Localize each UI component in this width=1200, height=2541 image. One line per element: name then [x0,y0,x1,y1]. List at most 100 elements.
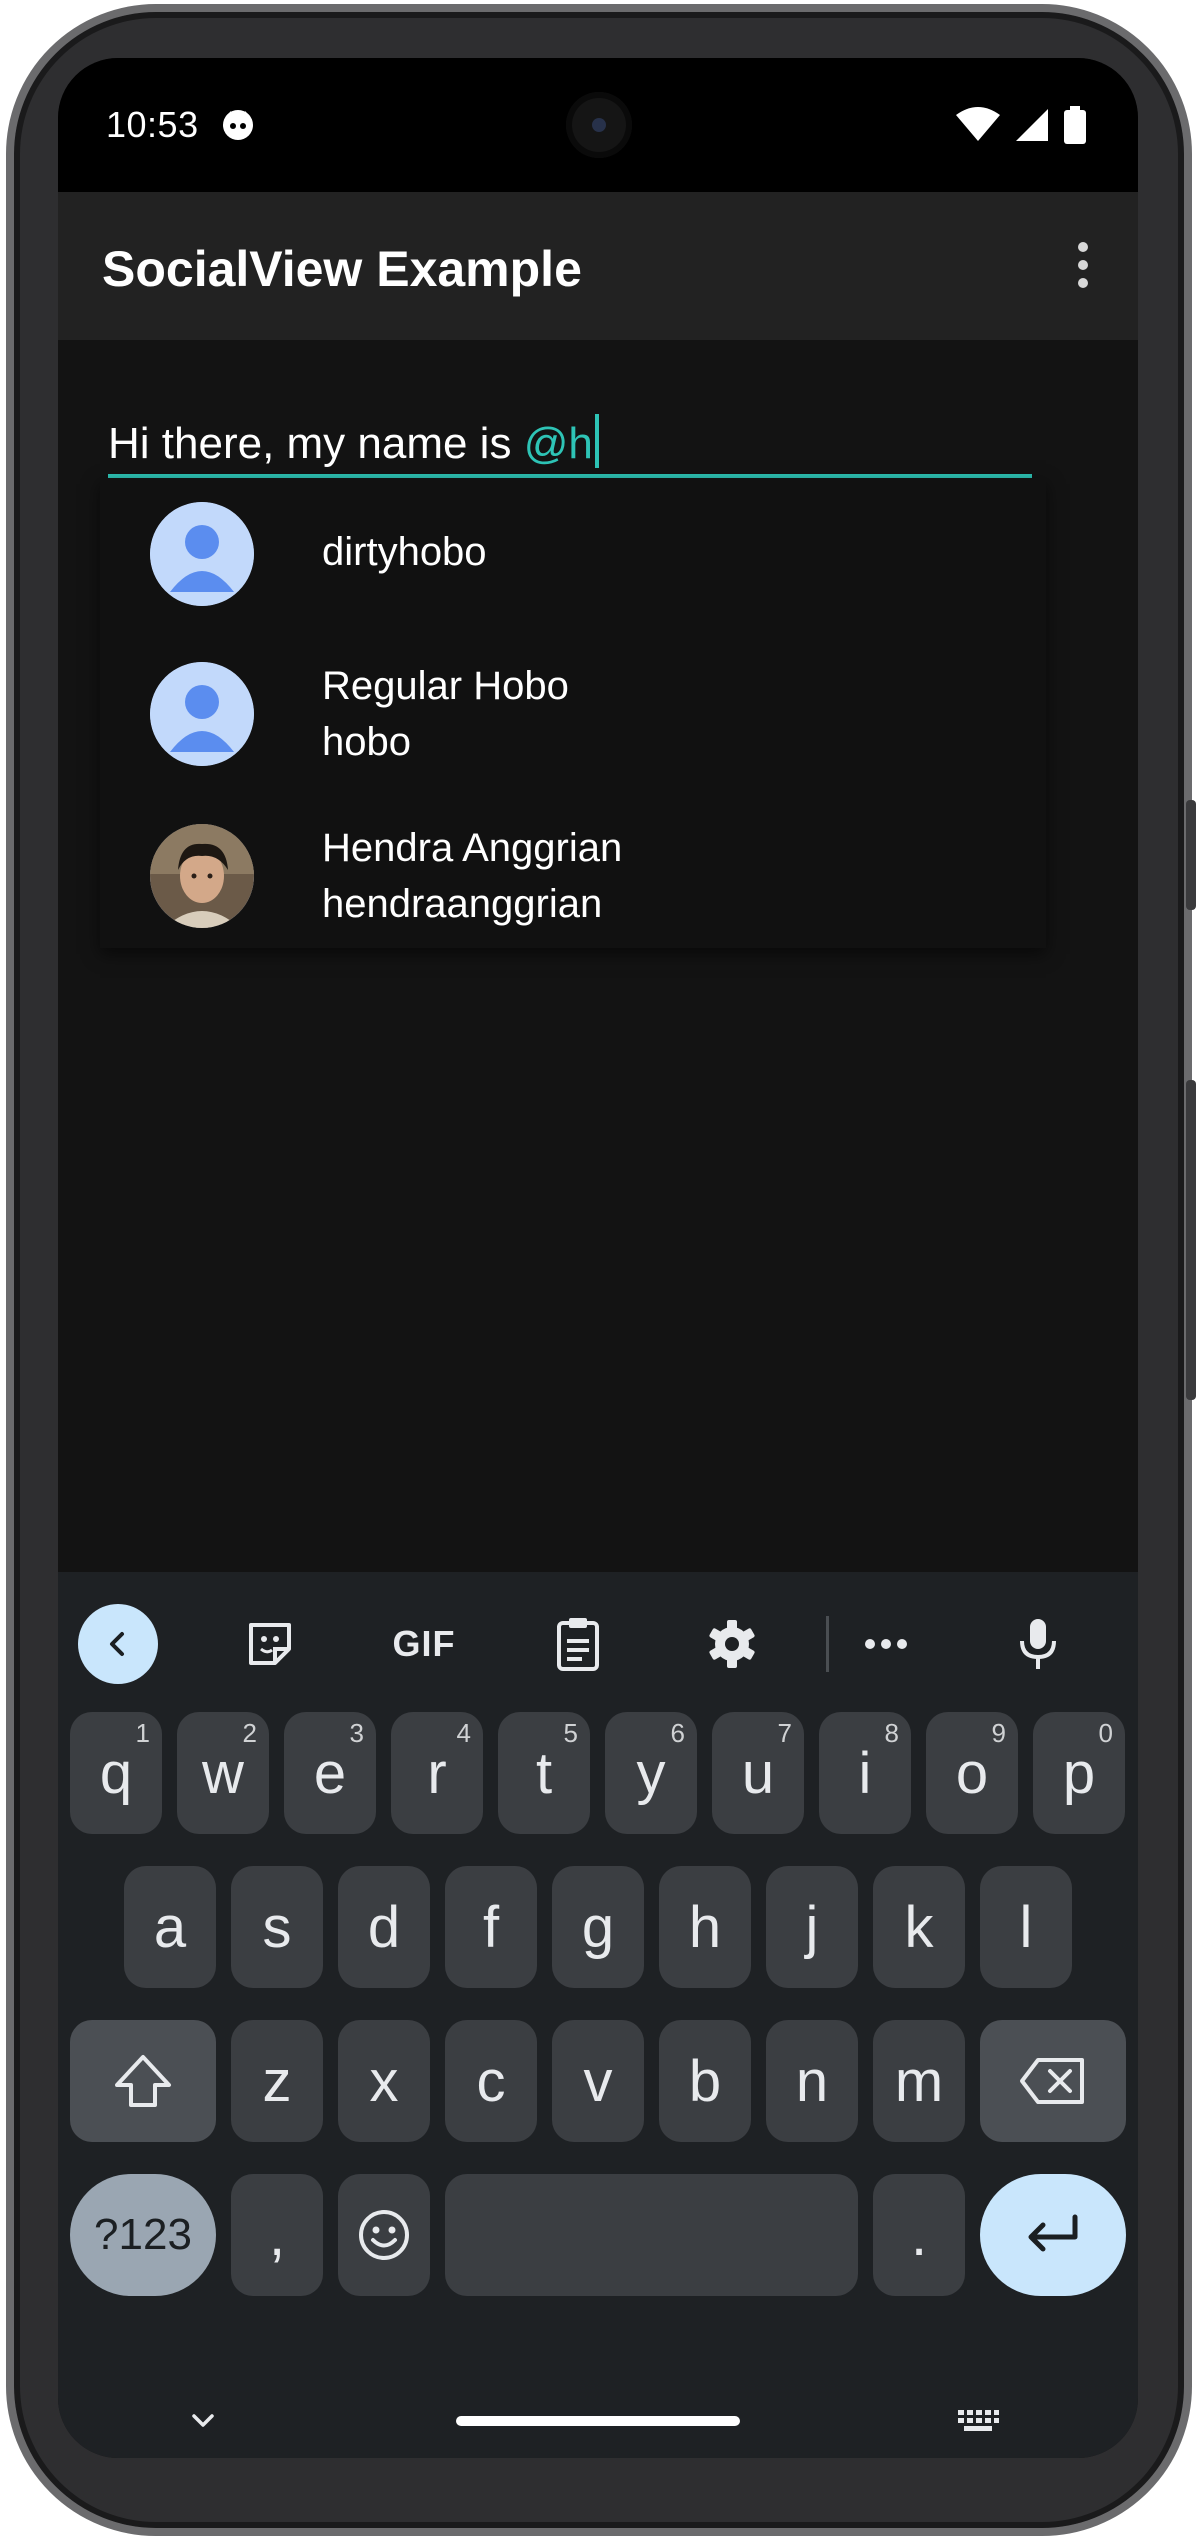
key-label: n [795,2048,829,2114]
backspace-icon [1020,2058,1084,2104]
key-s[interactable]: s [231,1866,323,1988]
app-notification-icon [223,110,253,140]
key-label: f [482,1894,500,1960]
key-hint: 5 [563,1718,578,1748]
back-icon[interactable] [78,1604,158,1684]
status-icons [956,106,1086,144]
key-label: l [1019,1894,1033,1960]
gif-label: GIF [392,1623,456,1664]
key-hint: 3 [349,1718,364,1748]
cell-signal-icon [1016,109,1048,141]
key-hint: 8 [884,1718,899,1748]
key-hint: 6 [670,1718,685,1748]
key-label: j [805,1894,819,1960]
screen: 10:53 SocialView Example Hi there, my na… [58,58,1138,2458]
key-label: g [581,1894,615,1960]
front-camera [566,92,632,158]
key-h[interactable]: h [659,1866,751,1988]
soft-keyboard: GIF q 1 w 2 e 3 r 4 t 5 y 6 u 7 i 8 o 9 … [58,1572,1138,2458]
key-hint: 7 [777,1718,792,1748]
key-x[interactable]: x [338,2020,430,2142]
key-u[interactable]: u7 [712,1712,804,1834]
key-label: b [688,2048,722,2114]
key-label: p [1062,1740,1096,1806]
suggestion-name: Regular Hobo [322,664,569,708]
emoji-key[interactable] [338,2174,430,2296]
text-cursor [594,414,599,468]
key-label: a [153,1894,187,1960]
comma-key[interactable]: , [231,2174,323,2296]
key-label: v [583,2048,613,2114]
toolbar-divider [826,1616,829,1672]
clipboard-icon[interactable] [538,1604,618,1684]
key-b[interactable]: b [659,2020,751,2142]
volume-button [1186,1080,1196,1400]
keyboard-icon[interactable] [956,2408,1000,2434]
key-i[interactable]: i8 [819,1712,911,1834]
key-n[interactable]: n [766,2020,858,2142]
key-q[interactable]: q1 [70,1712,162,1834]
key-z[interactable]: z [231,2020,323,2142]
key-v[interactable]: v [552,2020,644,2142]
home-gesture-handle[interactable] [456,2416,740,2426]
more-horiz-icon[interactable] [846,1604,926,1684]
shift-icon [115,2055,171,2107]
enter-key[interactable] [980,2174,1126,2296]
shift-key[interactable] [70,2020,216,2142]
key-g[interactable]: g [552,1866,644,1988]
key-label: m [894,2048,944,2114]
key-label: h [688,1894,722,1960]
period-key[interactable]: . [873,2174,965,2296]
symbols-key[interactable]: ?123 [70,2174,216,2296]
status-bar: 10:53 [58,58,1138,192]
sticker-icon[interactable] [230,1604,310,1684]
suggestion-name: Hendra Anggrian [322,826,623,870]
key-hint: 1 [135,1718,150,1748]
suggestion-item-dirtyhobo[interactable]: dirtyhobo [100,478,1046,628]
chevron-down-icon[interactable] [188,2410,218,2430]
key-d[interactable]: d [338,1866,430,1988]
app-toolbar: SocialView Example [58,192,1138,340]
settings-icon[interactable] [692,1604,772,1684]
social-edit-text[interactable]: Hi there, my name is @h [108,388,1032,478]
key-a[interactable]: a [124,1866,216,1988]
key-m[interactable]: m [873,2020,965,2142]
key-l[interactable]: l [980,1866,1072,1988]
backspace-key[interactable] [980,2020,1126,2142]
gif-button[interactable]: GIF [384,1604,464,1684]
key-label: i [858,1740,872,1806]
wifi-icon [956,107,1000,141]
suggestion-item-hendraanggrian[interactable]: Hendra Anggrian hendraanggrian [100,800,1046,950]
suggestion-item-hobo[interactable]: Regular Hobo hobo [100,638,1046,788]
space-key[interactable] [445,2174,858,2296]
key-label: c [476,2048,506,2114]
key-hint: 9 [991,1718,1006,1748]
key-r[interactable]: r4 [391,1712,483,1834]
key-hint: 0 [1098,1718,1113,1748]
key-label: z [262,2048,292,2114]
key-t[interactable]: t5 [498,1712,590,1834]
key-o[interactable]: o9 [926,1712,1018,1834]
key-k[interactable]: k [873,1866,965,1988]
key-y[interactable]: y6 [605,1712,697,1834]
input-plain-text: Hi there, my name is [108,419,524,468]
battery-icon [1064,106,1086,144]
suggestion-name: dirtyhobo [322,530,487,574]
default-avatar-icon [150,662,254,766]
key-label: d [367,1894,401,1960]
more-vert-icon[interactable] [1058,230,1108,300]
enter-icon [1028,2214,1078,2252]
key-e[interactable]: e3 [284,1712,376,1834]
key-w[interactable]: w2 [177,1712,269,1834]
key-label: s [262,1894,292,1960]
mention-suggestions-list: dirtyhobo Regular Hobo hobo Hendra Anggr… [100,478,1046,948]
comma-label: , [268,2202,286,2268]
power-button [1186,800,1196,910]
key-label: u [741,1740,775,1806]
key-p[interactable]: p0 [1033,1712,1125,1834]
key-f[interactable]: f [445,1866,537,1988]
key-j[interactable]: j [766,1866,858,1988]
microphone-icon[interactable] [998,1604,1078,1684]
key-c[interactable]: c [445,2020,537,2142]
toolbar-title: SocialView Example [102,241,582,297]
